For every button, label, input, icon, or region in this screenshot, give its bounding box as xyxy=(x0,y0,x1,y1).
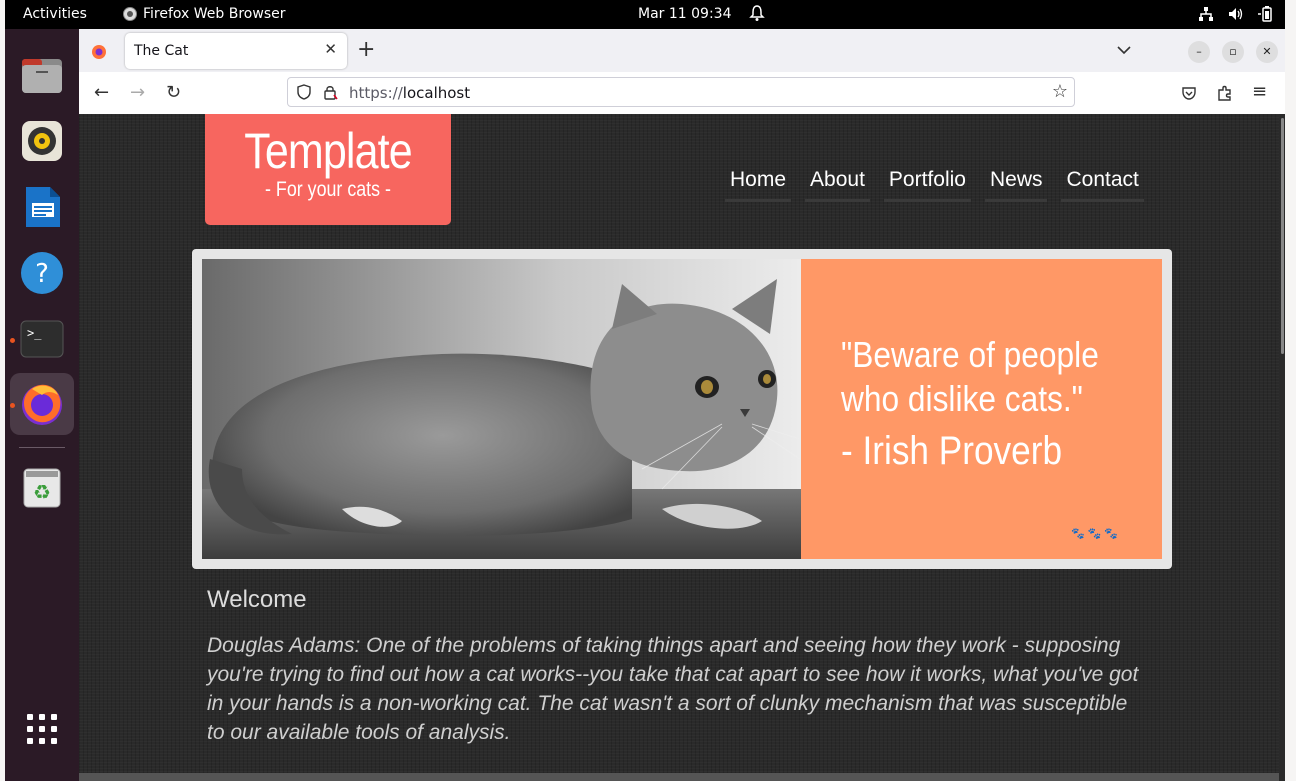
firefox-small-icon xyxy=(123,7,137,21)
minimize-icon[interactable]: – xyxy=(1188,41,1210,63)
system-top-bar: Activities Firefox Web Browser Mar 11 09… xyxy=(5,0,1285,29)
shield-icon[interactable] xyxy=(296,84,312,100)
reload-icon[interactable]: ↻ xyxy=(166,82,181,103)
running-indicator xyxy=(10,338,15,343)
svg-text:♻: ♻ xyxy=(33,480,51,504)
activities-button[interactable]: Activities xyxy=(23,6,87,22)
svg-text:?: ? xyxy=(35,259,49,289)
system-tray[interactable] xyxy=(1197,5,1275,23)
horizontal-scrollbar[interactable] xyxy=(79,773,1279,781)
page-viewport: Template - For your cats - Home About Po… xyxy=(79,114,1285,781)
new-tab-icon[interactable]: + xyxy=(357,37,375,62)
terminal-icon[interactable]: >_ xyxy=(18,315,66,363)
battery-icon xyxy=(1257,5,1275,23)
tab-the-cat[interactable]: The Cat ✕ xyxy=(125,33,347,69)
dock: ? >_ ♻ xyxy=(5,29,79,781)
close-tab-icon[interactable]: ✕ xyxy=(324,40,337,58)
pocket-icon[interactable] xyxy=(1181,85,1197,101)
logo-title: Template xyxy=(244,123,412,179)
firefox-window: The Cat ✕ + – ▫ ✕ ← → ↻ https://localhos… xyxy=(79,29,1285,781)
paw-prints-icon: 🐾🐾🐾 xyxy=(1071,528,1122,540)
firefox-icon xyxy=(22,384,62,425)
quote-author: - Irish Proverb xyxy=(841,429,1063,473)
url-text: https://localhost xyxy=(349,84,471,102)
running-indicator xyxy=(10,403,15,408)
bookmark-star-icon[interactable]: ☆ xyxy=(1052,81,1068,102)
dock-separator xyxy=(19,447,65,448)
back-icon[interactable]: ← xyxy=(94,82,109,103)
menu-item-news[interactable]: News xyxy=(984,168,1048,202)
quote-text: "Beware of people who dislike cats." xyxy=(841,334,1099,419)
cat-photo xyxy=(202,259,801,559)
help-icon[interactable]: ? xyxy=(18,249,66,297)
firefox-view-icon[interactable] xyxy=(91,44,107,60)
menu-item-home[interactable]: Home xyxy=(725,168,792,202)
hero-slider: "Beware of people who dislike cats." - I… xyxy=(192,249,1172,569)
extensions-icon[interactable] xyxy=(1216,84,1234,102)
writer-icon[interactable] xyxy=(18,183,66,231)
menu-item-portfolio[interactable]: Portfolio xyxy=(883,168,971,202)
app-name-label: Firefox Web Browser xyxy=(143,6,286,22)
welcome-heading: Welcome xyxy=(207,586,307,613)
tab-strip: The Cat ✕ + – ▫ ✕ xyxy=(79,29,1285,72)
welcome-text: Douglas Adams: One of the problems of ta… xyxy=(207,634,1139,744)
bell-icon[interactable] xyxy=(749,4,765,22)
site-logo[interactable]: Template - For your cats - xyxy=(205,114,451,225)
svg-text:>_: >_ xyxy=(27,326,42,340)
lock-warning-icon[interactable] xyxy=(322,84,338,100)
quote-panel: "Beware of people who dislike cats." - I… xyxy=(801,259,1162,559)
maximize-icon[interactable]: ▫ xyxy=(1222,41,1244,63)
hamburger-menu-icon[interactable]: ≡ xyxy=(1252,81,1267,102)
list-tabs-icon[interactable] xyxy=(1117,45,1131,55)
vertical-scrollbar[interactable] xyxy=(1279,114,1285,781)
logo-subtitle: - For your cats - xyxy=(265,178,391,201)
network-icon xyxy=(1197,5,1215,23)
navigation-toolbar: ← → ↻ https://localhost ☆ ≡ xyxy=(79,72,1285,115)
tab-title: The Cat xyxy=(134,43,189,59)
close-window-icon[interactable]: ✕ xyxy=(1256,41,1278,63)
main-menu: Home About Portfolio News Contact xyxy=(725,168,1144,202)
url-bar[interactable]: https://localhost ☆ xyxy=(287,77,1075,107)
scrollbar-thumb[interactable] xyxy=(1281,118,1284,354)
trash-icon[interactable]: ♻ xyxy=(18,463,66,511)
volume-icon xyxy=(1227,5,1245,23)
app-menu[interactable]: Firefox Web Browser xyxy=(123,6,286,22)
menu-item-about[interactable]: About xyxy=(805,168,870,202)
firefox-dock-item[interactable] xyxy=(10,373,74,435)
app-grid-icon[interactable] xyxy=(18,705,66,753)
files-icon[interactable] xyxy=(18,51,66,99)
forward-icon[interactable]: → xyxy=(130,82,145,103)
clock[interactable]: Mar 11 09:34 xyxy=(638,6,731,22)
rhythmbox-icon[interactable] xyxy=(18,117,66,165)
menu-item-contact[interactable]: Contact xyxy=(1061,168,1144,202)
